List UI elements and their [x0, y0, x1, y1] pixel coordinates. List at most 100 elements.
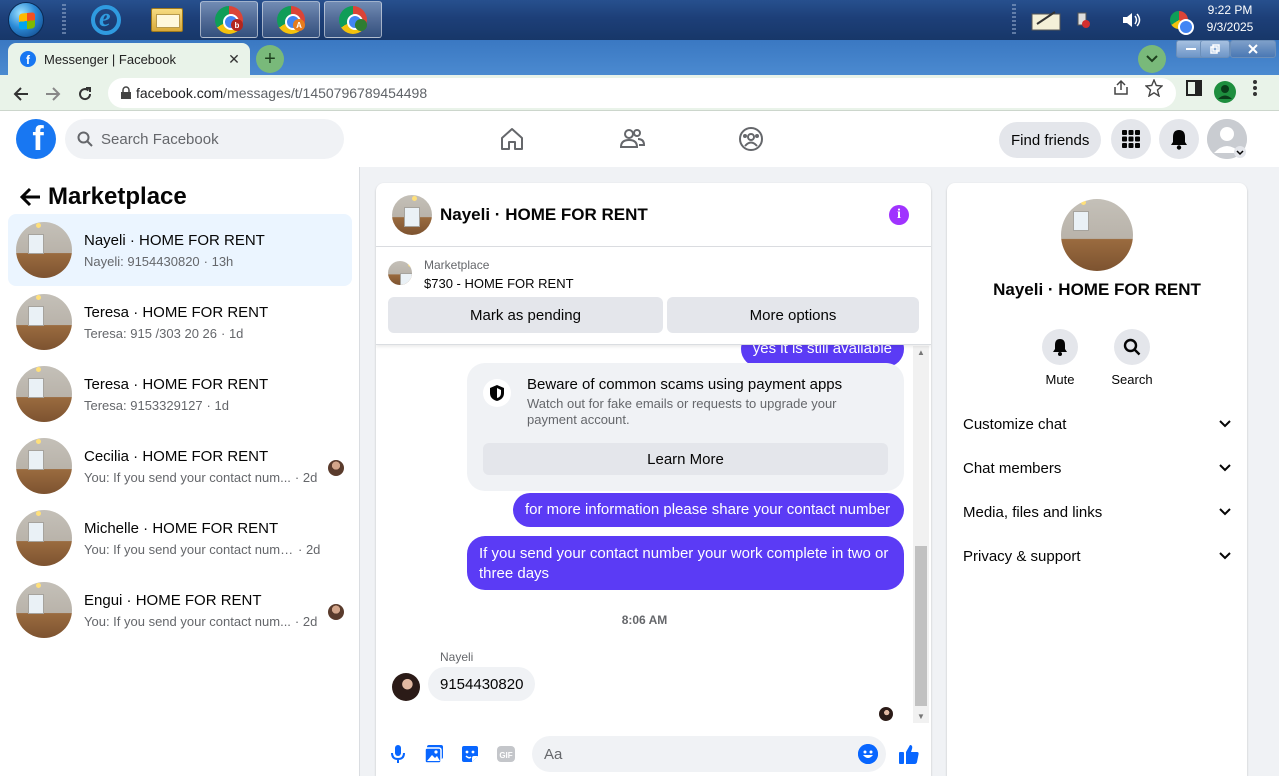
customize-chat-section[interactable]: Customize chat — [963, 402, 1231, 446]
side-panel-button[interactable] — [1185, 79, 1203, 102]
arrow-left-icon[interactable] — [20, 187, 42, 207]
address-bar[interactable]: facebook.com/messages/t/1450796789454498 — [108, 78, 1176, 108]
file-explorer-taskbar-button[interactable] — [144, 1, 190, 38]
message-age: · 2d — [298, 541, 321, 557]
tab-close-icon[interactable]: ✕ — [224, 51, 244, 68]
scrollbar-thumb[interactable] — [915, 546, 927, 706]
send-like-button[interactable] — [898, 743, 920, 765]
chat-header[interactable]: Nayeli · HOME FOR RENT i — [376, 183, 931, 247]
reload-button[interactable] — [72, 81, 98, 107]
last-message: You: If you send your contact num... — [84, 469, 291, 485]
maximize-button[interactable] — [1200, 40, 1230, 58]
chrome-profile-c-taskbar-button[interactable] — [324, 1, 382, 38]
lock-icon — [121, 86, 131, 99]
share-button[interactable] — [1112, 79, 1130, 102]
scam-warning-description: Watch out for fake emails or requests to… — [527, 396, 837, 427]
search-icon — [77, 131, 93, 147]
facebook-logo[interactable]: f — [16, 119, 56, 159]
conversation-item[interactable]: Nayeli · HOME FOR RENT Nayeli: 9154430820… — [8, 214, 352, 286]
outgoing-message: If you send your contact number your wor… — [467, 536, 904, 590]
conversation-item[interactable]: Teresa · HOME FOR RENT Teresa: 915 /303 2… — [8, 286, 352, 358]
conversation-preview: You: If you send your contact num... · 2d — [84, 470, 324, 485]
safely-remove-hardware-icon[interactable] — [1070, 0, 1094, 40]
info-icon[interactable]: i — [889, 205, 909, 225]
mute-button[interactable] — [1042, 329, 1078, 365]
learn-more-button[interactable]: Learn More — [483, 443, 888, 475]
chrome-tray-icon[interactable] — [1166, 0, 1194, 40]
reload-icon — [79, 87, 92, 101]
read-receipt-avatar — [879, 707, 893, 721]
conversation-preview: Teresa: 9153329127 · 1d — [84, 398, 324, 413]
chevron-down-icon — [1219, 508, 1231, 516]
attach-photo-button[interactable] — [424, 744, 444, 764]
chrome-profile-b-taskbar-button[interactable]: b — [200, 1, 258, 38]
message-age: · 2d — [294, 469, 318, 485]
home-nav-button[interactable] — [498, 125, 526, 153]
sticker-icon — [462, 746, 478, 762]
search-action[interactable]: Search — [1102, 329, 1162, 387]
conversation-item[interactable]: Engui · HOME FOR RENT You: If you send yo… — [8, 574, 352, 646]
system-clock[interactable]: 9:22 PM 9/3/2025 — [1200, 2, 1260, 36]
listing-thumbnail[interactable] — [388, 261, 412, 285]
chevron-down-icon — [1219, 464, 1231, 472]
conversation-item[interactable]: Michelle · HOME FOR RENT You: If you send… — [8, 502, 352, 574]
pen-tablet-icon[interactable] — [1028, 0, 1064, 40]
bookmark-button[interactable] — [1144, 78, 1164, 102]
bell-icon — [1053, 339, 1067, 356]
search-in-conversation-button[interactable] — [1114, 329, 1150, 365]
conversation-item[interactable]: Teresa · HOME FOR RENT Teresa: 9153329127… — [8, 358, 352, 430]
gif-button[interactable]: GIF — [496, 744, 516, 764]
home-icon — [501, 128, 523, 150]
menu-button[interactable] — [1111, 119, 1151, 159]
profile-badge — [355, 19, 367, 31]
forward-button[interactable] — [40, 81, 66, 107]
conversation-text: Engui · HOME FOR RENT You: If you send yo… — [84, 592, 324, 629]
chat-members-section[interactable]: Chat members — [963, 446, 1231, 490]
scroll-down-icon[interactable]: ▼ — [917, 712, 925, 721]
mute-action[interactable]: Mute — [1030, 329, 1090, 387]
chrome-profile-a-taskbar-button[interactable]: A — [262, 1, 320, 38]
sender-avatar[interactable] — [392, 673, 420, 701]
tab-messenger[interactable]: f Messenger | Facebook ✕ — [8, 43, 250, 75]
privacy-support-section[interactable]: Privacy & support — [963, 534, 1231, 578]
find-friends-button[interactable]: Find friends — [999, 122, 1102, 158]
tab-search-button[interactable] — [1138, 45, 1166, 73]
message-age: · 2d — [294, 613, 318, 629]
scroll-up-icon[interactable]: ▲ — [917, 348, 925, 357]
new-tab-button[interactable]: + — [256, 45, 284, 73]
close-window-button[interactable] — [1230, 40, 1276, 58]
listing-thumbnail — [16, 366, 72, 422]
friends-nav-button[interactable] — [618, 125, 646, 153]
url-domain: facebook.com — [136, 85, 224, 101]
sticker-button[interactable] — [460, 744, 480, 764]
last-message: You: If you send your contact num... — [84, 613, 291, 629]
message-age: · 13h — [203, 253, 234, 269]
emoji-button[interactable] — [858, 744, 878, 764]
listing-title[interactable]: $730 - HOME FOR RENT — [424, 276, 574, 291]
shield-icon — [483, 379, 511, 407]
start-button[interactable] — [8, 2, 44, 38]
mark-as-pending-button[interactable]: Mark as pending — [388, 297, 663, 333]
volume-icon[interactable] — [1118, 0, 1144, 40]
incoming-message: 9154430820 — [428, 667, 536, 701]
search-input[interactable] — [101, 130, 321, 148]
notifications-button[interactable] — [1159, 119, 1199, 159]
account-button[interactable] — [1207, 119, 1247, 159]
groups-nav-button[interactable] — [737, 125, 765, 153]
conversation-preview: Teresa: 915 /303 20 26 · 1d — [84, 326, 324, 341]
back-button[interactable] — [8, 81, 34, 107]
thread-scrollbar[interactable]: ▲ ▼ — [913, 346, 929, 723]
voice-clip-button[interactable] — [388, 744, 408, 764]
facebook-header: f Find friends — [0, 111, 1279, 167]
chrome-menu-button[interactable] — [1252, 79, 1258, 102]
profile-button[interactable] — [1214, 81, 1236, 108]
conversation-item[interactable]: Cecilia · HOME FOR RENT You: If you send … — [8, 430, 352, 502]
internet-explorer-taskbar-button[interactable] — [84, 1, 128, 38]
more-options-button[interactable]: More options — [667, 297, 919, 333]
message-input[interactable] — [532, 736, 886, 772]
gif-icon: GIF — [497, 746, 515, 762]
conversation-avatar[interactable] — [1061, 199, 1133, 271]
svg-text:GIF: GIF — [499, 751, 512, 760]
facebook-search-box[interactable] — [65, 119, 344, 159]
media-files-links-section[interactable]: Media, files and links — [963, 490, 1231, 534]
